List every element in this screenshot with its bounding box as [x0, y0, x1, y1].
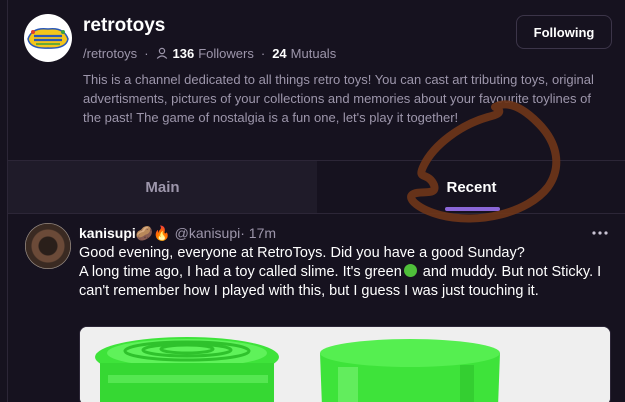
- separator-dot: ·: [260, 45, 266, 61]
- green-circle-icon: [403, 264, 417, 277]
- tab-recent-label: Recent: [446, 178, 497, 196]
- channel-avatar[interactable]: [24, 14, 72, 62]
- post-line: Good evening, everyone at RetroToys. Did…: [79, 245, 525, 261]
- retrotoys-logo-icon: [27, 27, 69, 49]
- author-name[interactable]: kanisupi🥔🔥: [79, 225, 171, 242]
- author-avatar[interactable]: [25, 223, 71, 269]
- more-options-button[interactable]: [590, 225, 610, 241]
- followers-count[interactable]: 136: [173, 46, 195, 61]
- cast-item[interactable]: kanisupi🥔🔥 @kanisupi · 17m Good evening,…: [8, 215, 625, 402]
- tab-main[interactable]: Main: [8, 161, 317, 213]
- post-image[interactable]: [79, 326, 611, 402]
- post-line: A long time ago, I had a toy called slim…: [79, 263, 609, 301]
- following-button[interactable]: Following: [516, 15, 612, 49]
- channel-handle[interactable]: /retrotoys: [83, 46, 137, 61]
- ellipsis-icon: [592, 231, 608, 235]
- author-handle[interactable]: @kanisupi: [175, 225, 241, 241]
- active-tab-indicator: [445, 207, 500, 211]
- post-header: kanisupi🥔🔥 @kanisupi · 17m: [79, 224, 276, 242]
- tab-recent[interactable]: Recent: [317, 161, 625, 213]
- followers-label[interactable]: Followers: [198, 46, 254, 61]
- user-icon: [156, 47, 168, 59]
- slime-toy-image: [80, 327, 610, 402]
- channel-name: retrotoys: [83, 15, 166, 36]
- channel-description: This is a channel dedicated to all thing…: [83, 72, 594, 125]
- feed-tabs: Main Recent: [8, 160, 625, 214]
- tab-main-label: Main: [145, 178, 180, 196]
- channel-meta: /retrotoys · 136 Followers · 24 Mutuals: [83, 45, 336, 61]
- mutuals-label[interactable]: Mutuals: [291, 46, 337, 61]
- separator-dot: ·: [144, 45, 149, 61]
- post-timestamp: · 17m: [240, 225, 277, 241]
- post-text-segment: A long time ago, I had a toy called slim…: [79, 264, 402, 280]
- post-text: Good evening, everyone at RetroToys. Did…: [79, 244, 609, 301]
- channel-page: retrotoys /retrotoys · 136 Followers · 2…: [7, 0, 625, 402]
- channel-header: retrotoys /retrotoys · 136 Followers · 2…: [8, 0, 625, 160]
- mutuals-count[interactable]: 24: [272, 46, 286, 61]
